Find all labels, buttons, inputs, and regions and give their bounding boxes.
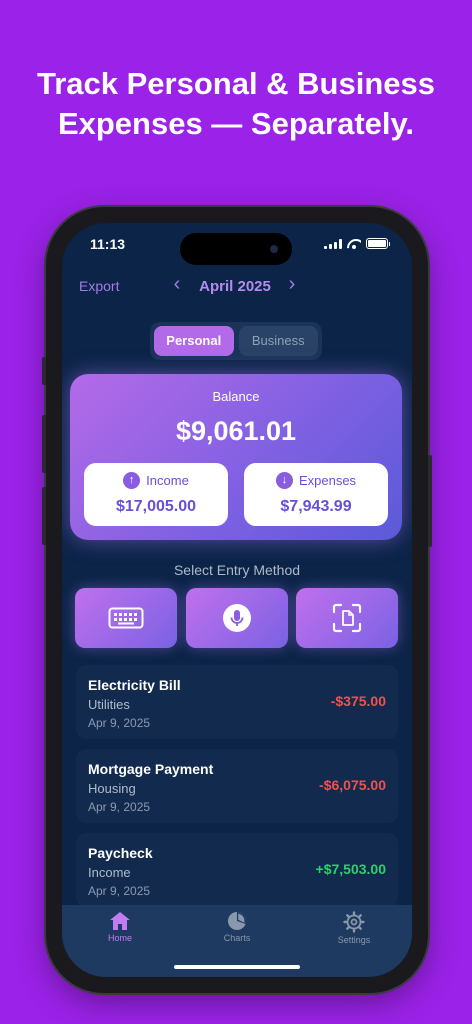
transaction-name: Mortgage Payment [88, 761, 214, 777]
transaction-row[interactable]: Electricity Bill Utilities Apr 9, 2025 -… [76, 665, 398, 739]
expenses-card[interactable]: ↓ Expenses $7,943.99 [244, 463, 388, 526]
headline-line-1: Track Personal & Business [36, 66, 436, 101]
month-title: April 2025 [199, 278, 271, 295]
tab-charts[interactable]: Charts [179, 905, 295, 955]
tab-charts-label: Charts [223, 933, 251, 943]
signal-icon [324, 238, 342, 249]
headline: Track Personal & Business Expenses — Sep… [0, 64, 472, 144]
account-segmented-control: Personal Business [150, 322, 322, 360]
home-indicator [174, 965, 300, 969]
scan-entry-button[interactable] [296, 588, 398, 648]
camera-icon [270, 245, 278, 253]
tab-home[interactable]: Home [62, 905, 178, 955]
chevron-right-icon[interactable]: › [282, 273, 302, 296]
status-time: 11:13 [90, 236, 126, 252]
transaction-name: Paycheck [88, 845, 153, 861]
entry-method-title: Select Entry Method [173, 562, 301, 578]
transaction-category: Utilities [88, 697, 130, 712]
arrow-down-icon: ↓ [275, 472, 293, 489]
transaction-date: Apr 9, 2025 [88, 800, 151, 814]
expenses-label: Expenses [298, 473, 357, 488]
keyboard-icon [108, 607, 144, 629]
dynamic-island [180, 233, 292, 265]
pie-chart-icon [228, 912, 247, 930]
volume-down-button [42, 487, 46, 545]
wifi-icon [347, 239, 361, 249]
expenses-value: $7,943.99 [280, 498, 352, 515]
arrow-up-icon: ↑ [123, 472, 141, 489]
power-button [428, 455, 432, 547]
status-icons [324, 238, 390, 249]
transaction-amount: -$6,075.00 [319, 777, 386, 793]
transaction-name: Electricity Bill [88, 677, 181, 693]
transaction-row[interactable]: Mortgage Payment Housing Apr 9, 2025 -$6… [76, 749, 398, 823]
app-screen: 11:13 Export ‹ April 2025 › Personal Bus… [62, 223, 412, 977]
gear-icon [343, 911, 365, 933]
income-card[interactable]: ↑ Income $17,005.00 [84, 463, 228, 526]
transaction-date: Apr 9, 2025 [88, 884, 151, 898]
tab-settings[interactable]: Settings [296, 905, 412, 955]
transaction-category: Housing [88, 781, 136, 796]
battery-icon [366, 238, 390, 249]
income-value: $17,005.00 [115, 498, 197, 515]
balance-label: Balance [212, 389, 260, 404]
segment-personal[interactable]: Personal [154, 326, 234, 356]
voice-entry-button[interactable] [186, 588, 288, 648]
transaction-amount: +$7,503.00 [315, 861, 386, 877]
transaction-date: Apr 9, 2025 [88, 716, 151, 730]
document-scan-icon [332, 603, 362, 633]
tab-home-label: Home [107, 933, 132, 943]
top-nav: Export ‹ April 2025 › [62, 271, 412, 301]
chevron-left-icon[interactable]: ‹ [167, 273, 187, 296]
transaction-amount: -$375.00 [330, 693, 386, 709]
income-label: Income [146, 473, 189, 488]
balance-value: $9,061.01 [175, 416, 297, 446]
mute-switch [42, 357, 46, 385]
segment-business[interactable]: Business [238, 326, 318, 356]
transaction-row[interactable]: Paycheck Income Apr 9, 2025 +$7,503.00 [76, 833, 398, 907]
balance-card: Balance $9,061.01 ↑ Income $17,005.00 ↓ … [70, 374, 402, 540]
phone-frame: 11:13 Export ‹ April 2025 › Personal Bus… [42, 207, 432, 993]
export-button[interactable]: Export [79, 278, 119, 294]
headline-line-2: Expenses — Separately. [57, 106, 415, 141]
home-icon [110, 912, 130, 930]
tab-settings-label: Settings [337, 935, 371, 945]
volume-up-button [42, 415, 46, 473]
keyboard-entry-button[interactable] [75, 588, 177, 648]
transaction-category: Income [88, 865, 131, 880]
microphone-icon [223, 604, 251, 632]
